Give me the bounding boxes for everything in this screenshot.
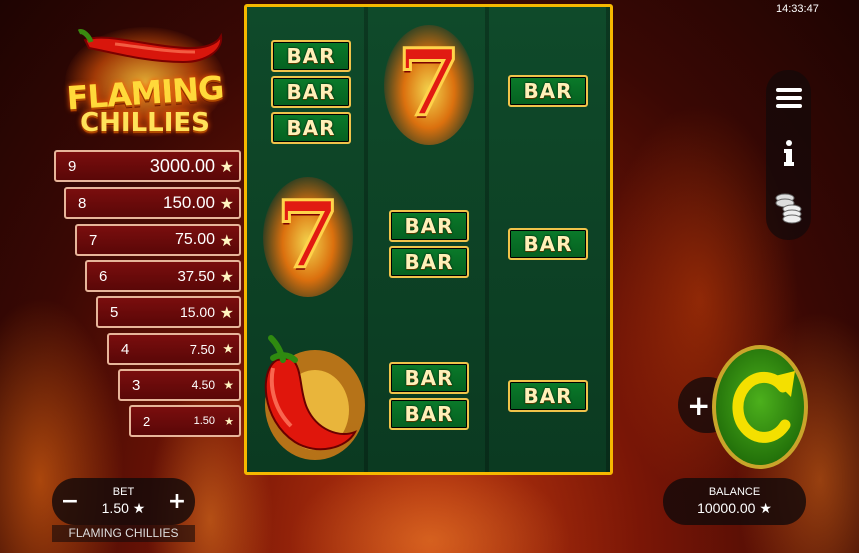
bar-symbol: BAR [508,228,588,260]
star-icon: ★ [219,302,234,322]
side-menu [766,70,811,240]
paytable-value: 7.50 [189,341,215,357]
game-logo: FLAMING CHILLIES [55,22,235,142]
star-icon: ★ [219,266,234,286]
bar-symbol: BAR [508,380,588,412]
paytable-value: 1.50 [193,415,215,427]
seven-symbol: 7 [263,177,353,297]
paytable-value: 4.50 [191,378,215,392]
paytable-row: 4 7.50 ★ [107,333,241,365]
coins-icon [775,193,801,224]
paytable-row: 9 3000.00 ★ [54,150,241,182]
paytable-row: 8 150.00 ★ [64,187,241,219]
bar-symbol: BAR [271,76,351,108]
paytable-value: 15.00 [179,304,215,320]
menu-button[interactable] [766,76,811,120]
seven-symbol: 7 [384,25,474,145]
balance-value: 10000.00 ★ [697,500,772,516]
paytable-count: 4 [121,340,130,358]
paytable-count: 6 [99,267,108,285]
paytable-count: 8 [78,194,87,212]
bar-symbol: BAR [389,210,469,242]
paytable-row: 3 4.50 ★ [118,369,241,401]
bar-symbol: BAR [508,75,588,107]
star-icon: ★ [219,156,234,176]
star-icon: ★ [219,230,234,250]
menu-icon [775,88,802,108]
info-button[interactable] [766,131,811,175]
logo-text-line2: CHILLIES [80,108,210,138]
star-icon: ★ [223,378,234,392]
bar-symbol: BAR [271,112,351,144]
balance-display: BALANCE 10000.00 ★ [663,478,806,525]
bet-increase-button[interactable]: + [165,489,189,514]
seven-digit: 7 [274,181,341,289]
chilli-symbol [264,335,365,460]
bar-symbol: BAR [271,40,351,72]
bar-symbol: BAR [389,398,469,430]
paytable-value: 150.00 [163,193,215,212]
star-icon: ★ [222,341,234,357]
star-icon: ★ [219,193,234,213]
paytable-row: 6 37.50 ★ [85,260,241,292]
paytable-value: 37.50 [177,267,215,285]
paytable-row: 7 75.00 ★ [75,224,241,256]
reels-area: BAR BAR BAR 7 7 BAR BAR BAR BAR BAR BAR … [244,4,613,475]
seven-digit: 7 [395,29,462,137]
bar-symbol: BAR [389,362,469,394]
spin-button[interactable] [711,343,809,471]
star-icon: ★ [224,414,234,428]
paytable-value: 75.00 [174,231,215,248]
chilli-icon [77,29,223,64]
info-icon [783,140,794,166]
paytable-row: 5 15.00 ★ [96,296,241,328]
paytable-count: 3 [132,376,141,394]
coins-button[interactable] [766,186,811,230]
paytable-count: 9 [68,157,77,175]
balance-label: BALANCE [708,486,761,498]
bar-symbol: BAR [389,246,469,278]
paytable-count: 2 [143,413,151,429]
paytable-count: 5 [110,303,119,321]
paytable-count: 7 [89,231,98,249]
paytable-row: 2 1.50 ★ [129,405,241,437]
bet-control: − BET 1.50 ★ + [52,478,195,525]
clock: 14:33:47 [776,3,819,15]
paytable-value: 3000.00 [149,155,215,176]
game-name: FLAMING CHILLIES [52,525,195,542]
